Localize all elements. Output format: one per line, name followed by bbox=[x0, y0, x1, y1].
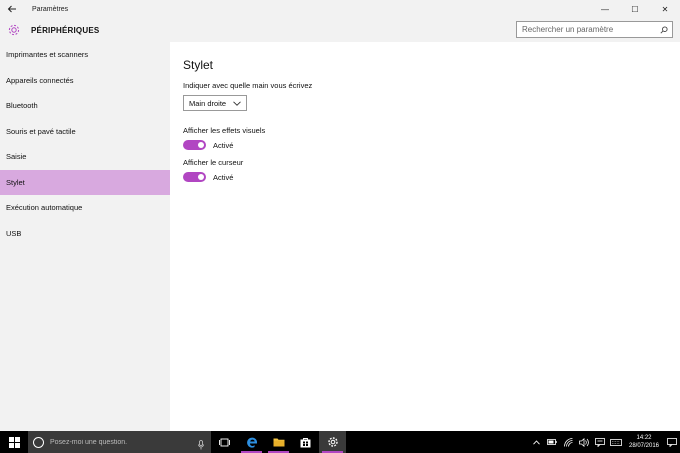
sidebar-item-label: Stylet bbox=[6, 177, 25, 187]
sidebar-item-label: Bluetooth bbox=[6, 101, 38, 111]
cursor-row: Activé bbox=[183, 172, 680, 182]
chevron-up-icon[interactable] bbox=[528, 431, 544, 453]
sidebar: Imprimantes et scanners Appareils connec… bbox=[0, 42, 170, 431]
visual-effects-toggle[interactable] bbox=[183, 140, 206, 150]
sidebar-item-label: Saisie bbox=[6, 152, 27, 162]
visual-effects-label: Afficher les effets visuels bbox=[183, 126, 266, 135]
cortana-search-box[interactable] bbox=[28, 431, 211, 453]
hand-setting-label: Indiquer avec quelle main vous écrivez bbox=[183, 81, 313, 90]
clock-time: 14:22 bbox=[636, 435, 652, 441]
search-icon[interactable] bbox=[657, 23, 671, 37]
window-controls: — ☐ ✕ bbox=[590, 0, 680, 18]
chevron-down-icon bbox=[233, 99, 241, 107]
content-title: Stylet bbox=[183, 58, 214, 72]
clock-date: 28/07/2016 bbox=[628, 443, 660, 449]
task-view-icon[interactable] bbox=[211, 431, 238, 453]
sidebar-item-bluetooth[interactable]: Bluetooth bbox=[0, 93, 170, 119]
page-title: PÉRIPHÉRIQUES bbox=[31, 25, 100, 35]
settings-gear-icon[interactable] bbox=[319, 431, 346, 453]
window-title: Paramètres bbox=[32, 5, 69, 13]
cursor-label: Afficher le curseur bbox=[183, 158, 244, 167]
back-arrow-icon[interactable] bbox=[0, 0, 24, 18]
store-icon[interactable] bbox=[292, 431, 319, 453]
sidebar-item-usb[interactable]: USB bbox=[0, 221, 170, 247]
sidebar-item-autoplay[interactable]: Exécution automatique bbox=[0, 195, 170, 221]
close-button[interactable]: ✕ bbox=[650, 0, 680, 18]
sidebar-item-printers[interactable]: Imprimantes et scanners bbox=[0, 42, 170, 68]
taskbar: 14:22 28/07/2016 bbox=[0, 431, 680, 453]
message-icon[interactable] bbox=[592, 431, 608, 453]
sidebar-item-connected-devices[interactable]: Appareils connectés bbox=[0, 68, 170, 94]
sidebar-item-label: USB bbox=[6, 228, 22, 238]
cursor-toggle[interactable] bbox=[183, 172, 206, 182]
sidebar-item-label: Appareils connectés bbox=[6, 75, 74, 85]
maximize-button[interactable]: ☐ bbox=[620, 0, 650, 18]
cortana-input[interactable] bbox=[50, 438, 190, 446]
file-explorer-icon[interactable] bbox=[265, 431, 292, 453]
visual-effects-state: Activé bbox=[213, 140, 234, 150]
windows-start-icon[interactable] bbox=[0, 431, 28, 453]
sidebar-item-label: Souris et pavé tactile bbox=[6, 126, 76, 136]
clock[interactable]: 14:22 28/07/2016 bbox=[624, 434, 664, 450]
title-bar: Paramètres — ☐ ✕ bbox=[0, 0, 680, 18]
minimize-button[interactable]: — bbox=[590, 0, 620, 18]
sidebar-item-typing[interactable]: Saisie bbox=[0, 144, 170, 170]
content-pane: Stylet Indiquer avec quelle main vous éc… bbox=[170, 42, 680, 431]
sidebar-item-label: Imprimantes et scanners bbox=[6, 50, 89, 60]
cursor-state: Activé bbox=[213, 172, 234, 182]
hand-dropdown-value: Main droite bbox=[189, 98, 227, 108]
toggle-knob bbox=[198, 174, 204, 180]
edge-browser-icon[interactable] bbox=[238, 431, 265, 453]
system-tray: 14:22 28/07/2016 bbox=[528, 431, 680, 453]
devices-gear-icon bbox=[7, 23, 21, 37]
sidebar-item-label: Exécution automatique bbox=[6, 203, 83, 213]
sidebar-item-pen[interactable]: Stylet bbox=[0, 169, 170, 195]
search-box[interactable] bbox=[516, 21, 673, 38]
microphone-icon[interactable] bbox=[198, 437, 204, 450]
volume-icon[interactable] bbox=[576, 431, 592, 453]
keyboard-icon[interactable] bbox=[608, 431, 624, 453]
sidebar-item-mouse-touchpad[interactable]: Souris et pavé tactile bbox=[0, 119, 170, 145]
page-header: PÉRIPHÉRIQUES bbox=[0, 18, 680, 42]
cortana-icon bbox=[33, 436, 44, 448]
search-input[interactable] bbox=[517, 25, 657, 34]
action-center-icon[interactable] bbox=[664, 431, 680, 453]
battery-icon[interactable] bbox=[544, 431, 560, 453]
wifi-icon[interactable] bbox=[560, 431, 576, 453]
hand-dropdown[interactable]: Main droite bbox=[183, 95, 247, 111]
toggle-knob bbox=[198, 142, 204, 148]
visual-effects-row: Activé bbox=[183, 140, 680, 150]
